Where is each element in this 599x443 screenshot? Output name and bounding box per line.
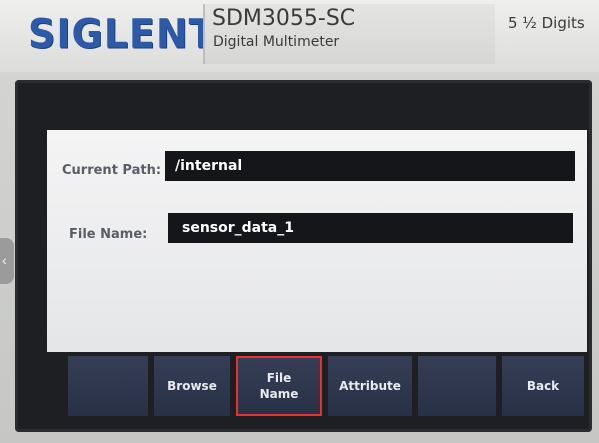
current-path-field[interactable]: /internal [165, 151, 575, 181]
model-name: SDM3055-SC [212, 6, 356, 31]
attribute-softkey[interactable]: Attribute [328, 356, 412, 416]
browse-softkey-label: Browse [167, 379, 217, 393]
brand-logo: SIGLENT [28, 10, 216, 58]
file-name-softkey-line1: File [266, 371, 292, 385]
side-tab[interactable]: ‹ [0, 238, 14, 284]
file-name-softkey-line2: Name [259, 387, 299, 401]
resolution-label: 5 ½ Digits [508, 14, 585, 32]
browse-softkey[interactable]: Browse [154, 356, 230, 416]
softkey-1[interactable] [68, 356, 148, 416]
chevron-left-icon: ‹ [2, 252, 7, 268]
device-subtitle: Digital Multimeter [213, 34, 340, 50]
file-name-softkey-label: File Name [260, 370, 299, 402]
back-softkey[interactable]: Back [502, 356, 584, 416]
current-path-label: Current Path: [62, 163, 162, 178]
file-name-softkey[interactable]: File Name [236, 356, 322, 416]
attribute-softkey-label: Attribute [339, 379, 401, 393]
instrument-front-panel: SIGLENT SDM3055-SC Digital Multimeter 5 … [0, 0, 599, 443]
file-name-label: File Name: [69, 227, 148, 242]
file-name-field[interactable]: sensor_data_1 [168, 213, 573, 243]
softkey-bar: Browse File Name Attribute Back [68, 356, 588, 418]
back-softkey-label: Back [526, 379, 560, 393]
softkey-5[interactable] [418, 356, 496, 416]
